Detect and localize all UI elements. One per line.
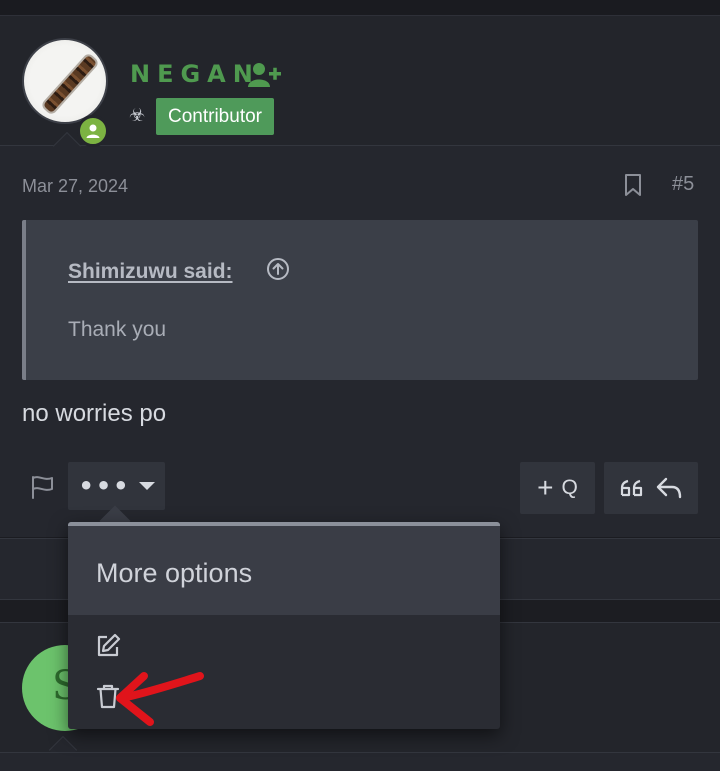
- username[interactable]: NEGAN: [130, 60, 260, 88]
- online-status-icon: [77, 115, 109, 147]
- multiquote-label: Q: [561, 476, 578, 499]
- quote-author-link[interactable]: Shimizuwu said:: [68, 260, 233, 284]
- post-date[interactable]: Mar 27, 2024: [22, 176, 128, 197]
- quote-block: Shimizuwu said: Thank you: [22, 220, 698, 380]
- quote-text: Thank you: [68, 318, 167, 341]
- post-number[interactable]: #5: [672, 173, 694, 196]
- bookmark-icon[interactable]: [622, 173, 644, 197]
- ellipsis-icon: •••: [78, 472, 131, 500]
- quote-marks-icon: [620, 479, 643, 497]
- user-plus-icon[interactable]: [248, 62, 282, 88]
- top-strip: [0, 0, 720, 16]
- reply-arrow-icon: [656, 477, 682, 499]
- post-body: no worries po: [22, 400, 167, 427]
- red-annotation-arrow-icon: [116, 672, 204, 726]
- menu-title: More options: [96, 558, 253, 588]
- biohazard-icon: ☣: [129, 105, 146, 126]
- multiquote-button[interactable]: + Q: [520, 462, 595, 514]
- next-post-body: [0, 752, 720, 771]
- jump-to-quote-icon[interactable]: [266, 257, 290, 281]
- post: NEGAN ☣ Contributor Mar 27, 2024 #5 Shim…: [0, 16, 720, 537]
- user-title-badge: Contributor: [156, 98, 274, 135]
- menu-header: More options: [68, 522, 500, 615]
- reply-button[interactable]: [604, 462, 698, 514]
- user-avatar[interactable]: [22, 38, 108, 124]
- user-icon: [86, 124, 100, 138]
- flag-icon[interactable]: [30, 474, 56, 500]
- more-options-button[interactable]: •••: [68, 462, 165, 510]
- caret-down-icon: [138, 482, 155, 490]
- avatar-image: [42, 54, 98, 114]
- plus-icon: +: [537, 472, 554, 503]
- edit-icon: [97, 633, 121, 657]
- user-header: NEGAN ☣ Contributor: [0, 16, 720, 161]
